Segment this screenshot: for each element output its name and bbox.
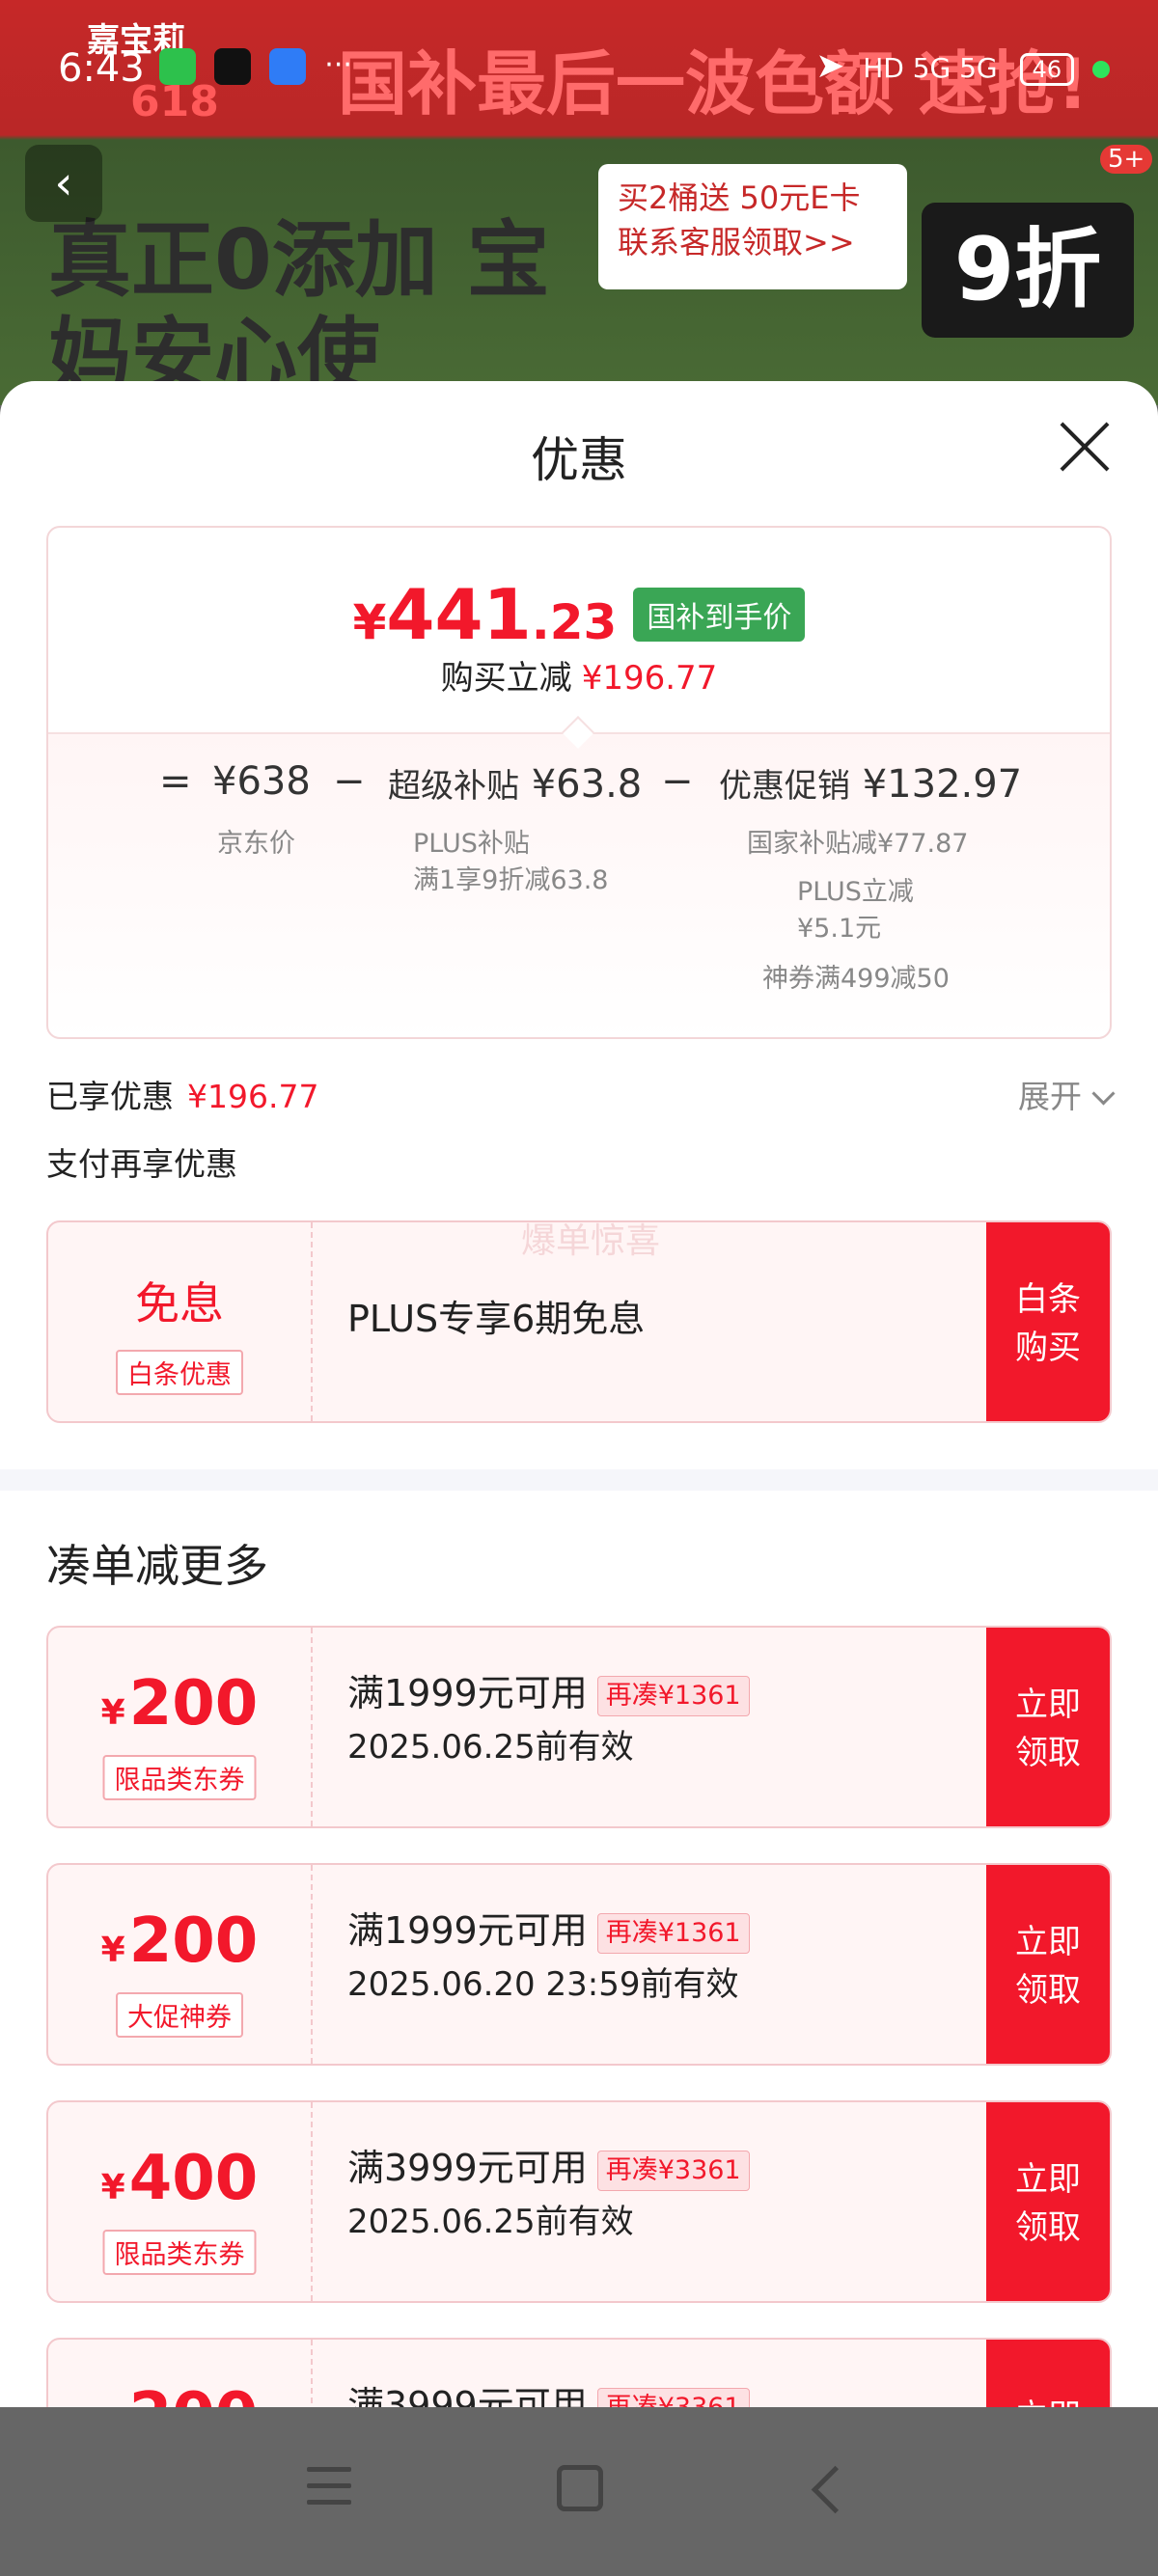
- chevron-down-icon: [1091, 1082, 1116, 1106]
- recent-apps-icon[interactable]: [307, 2467, 351, 2516]
- coupon-extra: 再凑¥1361: [596, 1675, 750, 1716]
- promotion-discount: 优惠促销 ¥132.97: [719, 762, 1023, 807]
- coupon-card: ¥200 限品类东券 满1999元可用 再凑¥1361 2025.06.25前有效…: [46, 1626, 1112, 1828]
- coupon-left: 免息 白条优惠: [48, 1222, 313, 1421]
- coupon-card: ¥400 限品类东券 满3999元可用 再凑¥3361 2025.06.25前有效…: [46, 2100, 1112, 2303]
- final-price-row: ¥441.23 国补到手价: [48, 574, 1110, 655]
- wechat-icon: [159, 48, 196, 85]
- national-subsidy: 国家补贴减¥77.87: [747, 829, 969, 859]
- coupon-extra: 再凑¥1361: [596, 1912, 750, 1954]
- expand-button[interactable]: 展开: [1018, 1071, 1116, 1117]
- plus-instant-value: ¥5.1元: [797, 914, 882, 944]
- coupon-tag: 限品类东券: [102, 2230, 257, 2275]
- coupon-info: 满1999元可用 再凑¥1361 2025.06.25前有效: [347, 1666, 750, 1774]
- coupon-extra: 再凑¥3361: [596, 2150, 750, 2191]
- equals-sign: =: [159, 759, 192, 804]
- coupon-extra: 再凑¥3361: [596, 2387, 750, 2407]
- subsidy-price-tag: 国补到手价: [633, 588, 806, 642]
- battery-icon: 46: [1019, 53, 1075, 86]
- app-icon: [269, 48, 307, 85]
- minus-sign: −: [333, 759, 366, 804]
- coupon-left: ¥200: [48, 2340, 313, 2407]
- pay-again-title: 支付再享优惠: [46, 1145, 237, 1183]
- interest-free-coupon: 免息 白条优惠 爆单惊喜 PLUS专享6期免息 白条 购买: [46, 1220, 1112, 1423]
- privacy-dot: [1092, 61, 1110, 78]
- coupon-left: ¥200 限品类东券: [48, 1628, 313, 1826]
- coupon-validity: 2025.06.20 23:59前有效: [347, 1965, 739, 2004]
- coupon-left: ¥400 限品类东券: [48, 2102, 313, 2301]
- enjoyed-discount: 已享优惠 ¥196.77: [46, 1078, 319, 1115]
- sheet-title: 优惠: [531, 432, 627, 488]
- instant-reduce: 购买立减 ¥196.77: [440, 659, 718, 698]
- coupon-condition: 满3999元可用: [347, 2384, 588, 2407]
- coupon-validity: 2025.06.25前有效: [347, 1728, 634, 1767]
- super-coupon: 神券满499减50: [762, 964, 950, 994]
- status-bar: 6:43 ··· ➤ HD 5G 5G 46: [0, 0, 1158, 140]
- coupon-condition: 满1999元可用: [347, 1672, 588, 1714]
- claim-button[interactable]: 立即 领取: [986, 1628, 1110, 1826]
- interest-free-desc: PLUS专享6期免息: [347, 1298, 646, 1340]
- coupon-amount: ¥200: [100, 1905, 259, 1977]
- plus-subsidy-detail: 满1享9折减63.8: [413, 865, 609, 895]
- interest-free-title: 免息: [135, 1277, 224, 1329]
- coupon-condition: 满1999元可用: [347, 1909, 588, 1952]
- final-price: ¥441.23: [352, 574, 618, 655]
- coupon-amount: ¥200: [48, 2380, 311, 2407]
- watermark-text: 爆单惊喜: [521, 1221, 661, 1261]
- divider-notch: [562, 716, 594, 749]
- location-icon: ➤: [815, 46, 845, 86]
- minus-sign: −: [661, 759, 694, 804]
- jd-price: ¥638: [212, 759, 311, 804]
- coupon-card: ¥200 大促神券 满1999元可用 再凑¥1361 2025.06.20 23:…: [46, 1863, 1112, 2066]
- network-indicator: HD 5G 5G: [863, 52, 998, 84]
- promo-box[interactable]: 买2桶送 50元E卡 联系客服领取>>: [598, 164, 907, 289]
- coupon-validity: 2025.06.25前有效: [347, 2203, 634, 2241]
- claim-button[interactable]: 立即 领取: [986, 2340, 1110, 2407]
- coupon-amount: ¥200: [100, 1668, 259, 1740]
- close-icon[interactable]: [1058, 420, 1112, 474]
- count-badge: 5+: [1100, 145, 1153, 174]
- coupon-info: 满1999元可用 再凑¥1361 2025.06.20 23:59前有效: [347, 1904, 750, 2012]
- plus-subsidy-label: PLUS补贴: [413, 829, 530, 859]
- coupon-info: 满3999元可用 再凑¥3361 2025.06.25前有效: [347, 2141, 750, 2249]
- more-discount-title: 凑单减更多: [46, 1540, 268, 1592]
- claim-button[interactable]: 立即 领取: [986, 1865, 1110, 2064]
- tiktok-icon: [214, 48, 252, 85]
- home-icon[interactable]: [557, 2465, 603, 2511]
- coupon-tag: 大促神券: [116, 1992, 243, 2038]
- notification-icons: ···: [159, 48, 366, 85]
- section-separator: [0, 1469, 1158, 1491]
- super-subsidy: 超级补贴 ¥63.8: [388, 762, 643, 807]
- coupon-amount: ¥400: [100, 2143, 259, 2214]
- more-dots-icon: ···: [324, 48, 352, 82]
- coupon-card: ¥200 满3999元可用再凑¥3361 立即 领取: [46, 2338, 1112, 2407]
- back-icon[interactable]: [811, 2465, 860, 2514]
- coupon-info: 满3999元可用 再凑¥3361: [347, 2378, 750, 2407]
- coupon-left: ¥200 大促神券: [48, 1865, 313, 2064]
- coupon-tag: 白条优惠: [116, 1350, 243, 1395]
- price-breakdown-card: ¥441.23 国补到手价 购买立减 ¥196.77 = ¥638 − 超级补贴 …: [46, 526, 1112, 1039]
- status-right: ➤ HD 5G 5G 46: [815, 46, 1110, 86]
- jd-price-label: 京东价: [217, 829, 295, 859]
- coupon-condition: 满3999元可用: [347, 2147, 588, 2189]
- discount-sheet: 优惠 ¥441.23 国补到手价 购买立减 ¥196.77 = ¥638 − 超级…: [0, 381, 1158, 2407]
- coupon-tag: 限品类东券: [102, 1755, 257, 1800]
- nine-discount-badge: 9折: [922, 203, 1134, 338]
- product-headline: 真正0添加 宝妈安心使: [48, 212, 550, 405]
- claim-button[interactable]: 立即 领取: [986, 2102, 1110, 2301]
- system-nav-bar: [0, 2407, 1158, 2576]
- back-button[interactable]: ‹: [25, 145, 102, 222]
- plus-instant-label: PLUS立减: [797, 877, 914, 907]
- baitiao-buy-button[interactable]: 白条 购买: [986, 1222, 1110, 1421]
- clock: 6:43: [58, 46, 145, 91]
